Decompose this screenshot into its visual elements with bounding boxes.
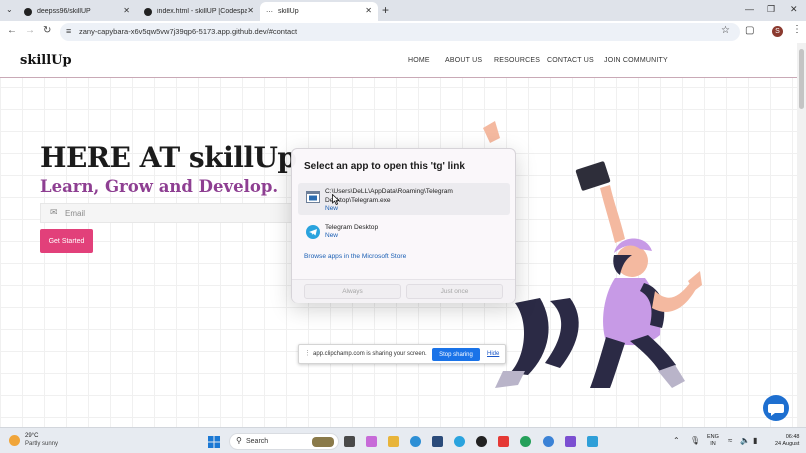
- close-icon[interactable]: ✕: [123, 6, 130, 15]
- microsoft-store-icon[interactable]: [432, 436, 443, 447]
- tab-github-repo[interactable]: deepss96/skillUP ✕: [18, 2, 136, 21]
- browser-tab-strip: ⌄ deepss96/skillUP ✕ index.html - skillU…: [0, 0, 806, 21]
- email-input[interactable]: [65, 206, 285, 221]
- stop-sharing-button[interactable]: Stop sharing: [432, 348, 480, 361]
- screen: ⌄ deepss96/skillUP ✕ index.html - skillU…: [0, 0, 806, 453]
- bookmark-star-icon[interactable]: ☆: [721, 25, 730, 36]
- page-scrollbar[interactable]: [797, 43, 806, 427]
- task-view-icon[interactable]: [344, 436, 355, 447]
- windows-start-icon[interactable]: [208, 436, 220, 448]
- hero-title: HERE AT skillUp: [40, 141, 297, 174]
- app-window-icon: [306, 191, 320, 203]
- chat-button[interactable]: [763, 395, 789, 421]
- chrome-icon[interactable]: [543, 436, 554, 447]
- tab-title: deepss96/skillUP: [37, 8, 91, 15]
- github-icon: [144, 7, 152, 16]
- clock-time: 06:48: [785, 434, 800, 440]
- weather-sun-icon[interactable]: [9, 435, 20, 446]
- nav-resources[interactable]: RESOURCES: [494, 57, 540, 64]
- open-with-dialog: Select an app to open this 'tg' link C:\…: [291, 148, 516, 303]
- browser-menu-icon[interactable]: ⋮: [792, 24, 802, 35]
- option-app-name: Telegram Desktop: [325, 224, 379, 231]
- copilot-icon[interactable]: [366, 436, 377, 447]
- dell-icon[interactable]: [476, 436, 487, 447]
- link-icon: ⋯: [266, 8, 273, 16]
- hero-subtitle: Learn, Grow and Develop.: [40, 177, 279, 196]
- edge-browser-icon[interactable]: [410, 436, 421, 447]
- nav-home[interactable]: HOME: [408, 57, 430, 64]
- search-highlight-icon: [312, 437, 334, 447]
- minimize-icon[interactable]: —: [745, 4, 754, 14]
- nav-about-us[interactable]: ABOUT US: [445, 57, 482, 64]
- chat-bubble-icon: [768, 404, 784, 416]
- window-close-icon[interactable]: ✕: [790, 4, 798, 15]
- always-button[interactable]: Always: [304, 284, 401, 299]
- nav-contact-us[interactable]: CONTACT US: [547, 57, 594, 64]
- volume-icon[interactable]: 🔈: [740, 436, 750, 445]
- nav-join-community[interactable]: JOIN COMMUNITY: [604, 57, 668, 64]
- hide-share-bar-link[interactable]: Hide: [487, 351, 499, 357]
- tab-title: skillUp: [278, 8, 299, 15]
- back-arrow-icon[interactable]: ←: [7, 25, 17, 36]
- windows-taskbar: 29°C Partly sunny ⚲ Search ⌃ 🎙 ENG IN ≈ …: [0, 427, 806, 453]
- weather-temperature[interactable]: 29°C: [25, 433, 38, 439]
- email-field[interactable]: ✉: [40, 203, 295, 223]
- visual-studio-icon[interactable]: [565, 436, 576, 447]
- reload-icon[interactable]: ↻: [43, 25, 51, 36]
- address-bar[interactable]: ≡ zany-capybara-x6v5qw5vw7j39qp6-5173.ap…: [60, 23, 740, 41]
- wifi-icon[interactable]: ≈: [728, 436, 732, 445]
- browser-toolbar: ← → ↻ ≡ zany-capybara-x6v5qw5vw7j39qp6-5…: [0, 21, 806, 43]
- dialog-footer: Always Just once: [292, 279, 515, 303]
- taskbar-search-label: Search: [246, 438, 269, 445]
- microphone-icon[interactable]: 🎙: [690, 436, 700, 445]
- youtube-icon[interactable]: [498, 436, 509, 447]
- telegram-taskbar-icon[interactable]: [454, 436, 465, 447]
- envelope-icon: ✉: [50, 207, 58, 217]
- tab-search-chevron-icon[interactable]: ⌄: [6, 5, 13, 14]
- tab-title: index.html - skillUP [Codespaces]: [157, 8, 247, 15]
- app-icon[interactable]: [587, 436, 598, 447]
- show-hidden-icons-chevron-icon[interactable]: ⌃: [673, 436, 680, 445]
- extensions-puzzle-icon[interactable]: ▢: [745, 25, 754, 36]
- telegram-icon: [306, 225, 320, 239]
- whatsapp-icon[interactable]: [520, 436, 531, 447]
- system-clock[interactable]: 06:48 24 August: [775, 434, 799, 448]
- option-new-badge: New: [325, 205, 339, 212]
- url-text: zany-capybara-x6v5qw5vw7j39qp6-5173.app.…: [79, 27, 298, 36]
- just-once-button[interactable]: Just once: [406, 284, 503, 299]
- option-app-path: C:\Users\DeLL\AppData\Roaming\Telegram D…: [325, 188, 453, 204]
- drag-grip-icon[interactable]: ⋮: [304, 349, 311, 357]
- site-logo[interactable]: skillUp: [20, 53, 72, 68]
- screen-share-bar: ⋮ app.clipchamp.com is sharing your scre…: [298, 344, 506, 364]
- option-new-badge: New: [325, 232, 339, 239]
- microsoft-store-link[interactable]: Browse apps in the Microsoft Store: [304, 253, 406, 260]
- site-settings-icon[interactable]: ≡: [66, 26, 71, 36]
- forward-arrow-icon[interactable]: →: [25, 25, 35, 36]
- weather-description[interactable]: Partly sunny: [25, 441, 58, 447]
- close-icon[interactable]: ✕: [365, 6, 372, 15]
- restore-icon[interactable]: ❐: [767, 4, 775, 15]
- scrollbar-thumb[interactable]: [799, 49, 804, 109]
- search-icon: ⚲: [236, 436, 242, 445]
- region-code: IN: [710, 441, 716, 447]
- profile-avatar[interactable]: S: [772, 26, 783, 37]
- tab-codespaces[interactable]: index.html - skillUP [Codespaces] ✕: [138, 2, 260, 21]
- language-indicator[interactable]: ENG IN: [707, 434, 719, 448]
- dialog-title: Select an app to open this 'tg' link: [304, 161, 465, 172]
- dialog-option-telegram-desktop[interactable]: Telegram Desktop New: [298, 219, 510, 251]
- file-explorer-icon[interactable]: [388, 436, 399, 447]
- clock-date: 24 August: [775, 441, 800, 447]
- github-icon: [24, 7, 32, 16]
- site-header: skillUp HOME ABOUT US RESOURCES CONTACT …: [0, 43, 797, 78]
- taskbar-search[interactable]: ⚲ Search: [229, 433, 339, 450]
- close-icon[interactable]: ✕: [247, 6, 254, 15]
- dialog-option-telegram-exe[interactable]: C:\Users\DeLL\AppData\Roaming\Telegram D…: [298, 183, 510, 215]
- battery-icon[interactable]: ▮: [753, 436, 757, 445]
- language-code: ENG: [707, 434, 719, 440]
- new-tab-plus-icon[interactable]: +: [382, 3, 389, 17]
- mouse-cursor-icon: [332, 194, 340, 205]
- tab-skillup-active[interactable]: ⋯ skillUp ✕: [260, 2, 378, 21]
- get-started-button[interactable]: Get Started: [40, 229, 93, 253]
- share-message: app.clipchamp.com is sharing your screen…: [313, 351, 427, 357]
